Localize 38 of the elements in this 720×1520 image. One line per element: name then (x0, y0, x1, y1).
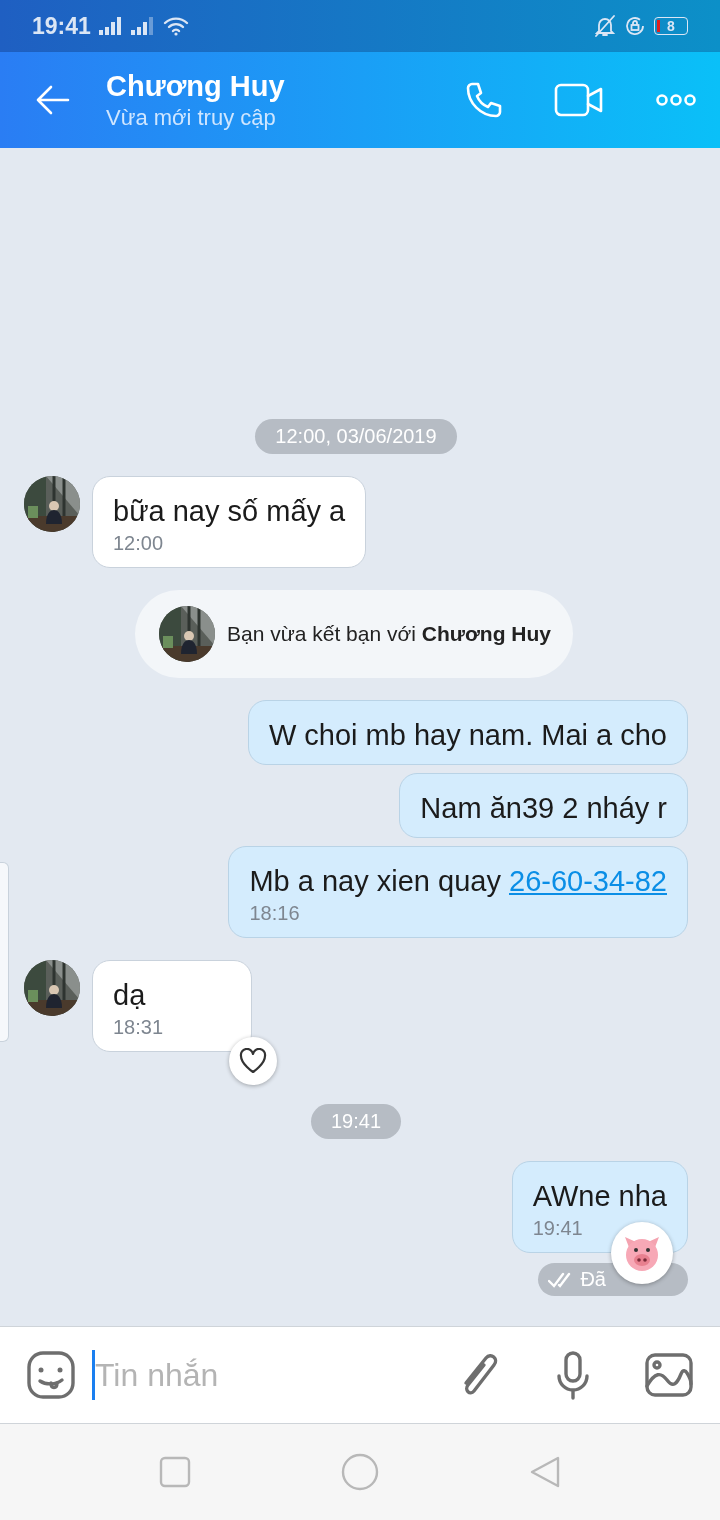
more-options-icon[interactable] (656, 93, 696, 107)
recent-apps-icon[interactable] (159, 1456, 191, 1488)
message-time: 12:00 (113, 532, 165, 555)
pig-face-icon (622, 1234, 662, 1272)
sticker-icon[interactable] (26, 1350, 76, 1400)
date-separator: 12:00, 03/06/2019 (255, 419, 457, 454)
message-text: AWne nha (532, 1180, 667, 1213)
reaction-badge[interactable] (611, 1222, 673, 1284)
message-input-field[interactable]: Tin nhắn (95, 1356, 442, 1394)
image-icon[interactable] (644, 1352, 694, 1398)
video-camera-icon[interactable] (554, 82, 604, 118)
message-text: dạ (113, 979, 147, 1012)
home-icon[interactable] (341, 1453, 379, 1491)
bell-off-icon (594, 15, 616, 37)
signal-icon (98, 17, 123, 35)
microphone-icon[interactable] (556, 1350, 590, 1400)
status-time: 19:41 (32, 12, 91, 40)
message-text: bữa nay số mấy a (113, 495, 346, 528)
wifi-icon (162, 16, 189, 36)
contact-status: Vừa mới truy cập (106, 104, 277, 131)
back-arrow-icon[interactable] (36, 85, 70, 115)
rotation-lock-icon (624, 15, 646, 37)
message-link[interactable]: 26-60-34-82 (509, 865, 667, 897)
back-icon[interactable] (529, 1455, 561, 1489)
message-time: 19:41 (532, 1217, 584, 1240)
battery-level: 8 (654, 17, 688, 35)
message-text: Nam ăn39 2 nháy r (420, 792, 667, 825)
message-time: 18:31 (113, 1016, 165, 1039)
message-text: W choi mb hay nam. Mai a cho (268, 719, 667, 752)
message-time: 18:16 (249, 902, 301, 925)
signal-icon (130, 17, 155, 35)
contact-name: Chương Huy (106, 69, 285, 103)
heart-icon (239, 1048, 267, 1074)
message-text: Mb a nay xien quay 26-60-34-82 (249, 865, 667, 898)
system-message: Bạn vừa kết bạn với Chương Huy (226, 622, 552, 646)
like-button[interactable] (229, 1037, 277, 1085)
phone-icon[interactable] (464, 80, 504, 120)
date-separator: 19:41 (310, 1104, 402, 1139)
